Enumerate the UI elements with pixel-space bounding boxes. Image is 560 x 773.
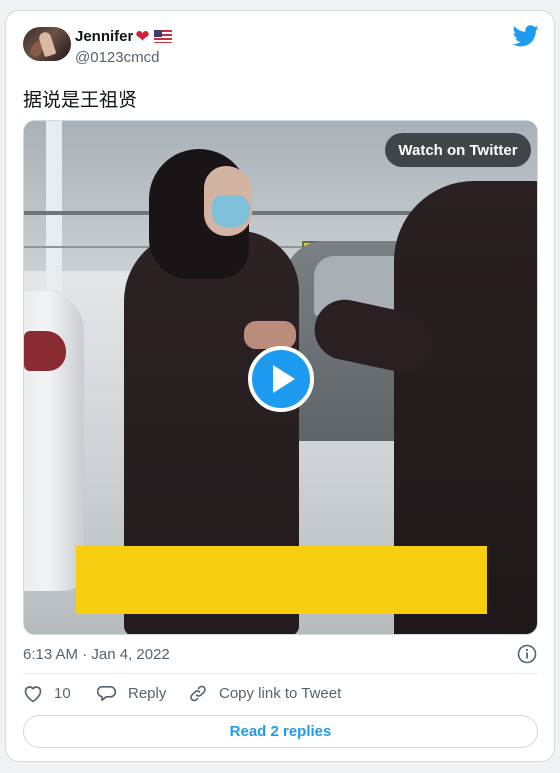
video-frame-mask	[212, 195, 250, 227]
video-frame-redaction-bar	[76, 546, 487, 614]
name-row[interactable]: Jennifer ❤	[75, 28, 172, 45]
heart-icon: ❤	[135, 27, 150, 46]
tweet-card: Jennifer ❤ @0123cmcd 据说是王祖贤 Watch on Twi…	[5, 10, 555, 762]
divider	[23, 673, 538, 674]
us-flag-icon	[153, 30, 172, 43]
like-button[interactable]: 10	[23, 684, 71, 703]
copy-link-label: Copy link to Tweet	[219, 685, 342, 702]
tweet-text: 据说是王祖贤	[23, 89, 138, 111]
watch-on-twitter-button[interactable]: Watch on Twitter	[385, 133, 531, 167]
copy-link-button[interactable]: Copy link to Tweet	[188, 684, 341, 703]
reply-button[interactable]: Reply	[97, 684, 166, 703]
speech-bubble-icon	[97, 686, 117, 701]
user-handle[interactable]: @0123cmcd	[75, 49, 159, 66]
reply-label: Reply	[128, 685, 167, 702]
info-icon[interactable]	[517, 644, 537, 664]
read-replies-button[interactable]: Read 2 replies	[23, 715, 538, 748]
link-icon	[190, 685, 206, 702]
video-frame-taillight	[24, 331, 66, 371]
display-name[interactable]: Jennifer	[75, 28, 133, 45]
avatar-image-part	[37, 30, 57, 58]
avatar[interactable]	[23, 27, 71, 61]
heart-outline-icon	[24, 686, 42, 703]
twitter-bird-icon[interactable]	[513, 25, 539, 47]
video-frame-pole	[46, 121, 62, 291]
video-preview[interactable]: Watch on Twitter	[23, 120, 538, 635]
play-icon	[273, 365, 295, 393]
like-count: 10	[54, 685, 71, 702]
tweet-timestamp[interactable]: 6:13 AM · Jan 4, 2022	[23, 646, 170, 663]
video-frame-hand	[244, 321, 296, 349]
play-button[interactable]	[248, 346, 314, 412]
